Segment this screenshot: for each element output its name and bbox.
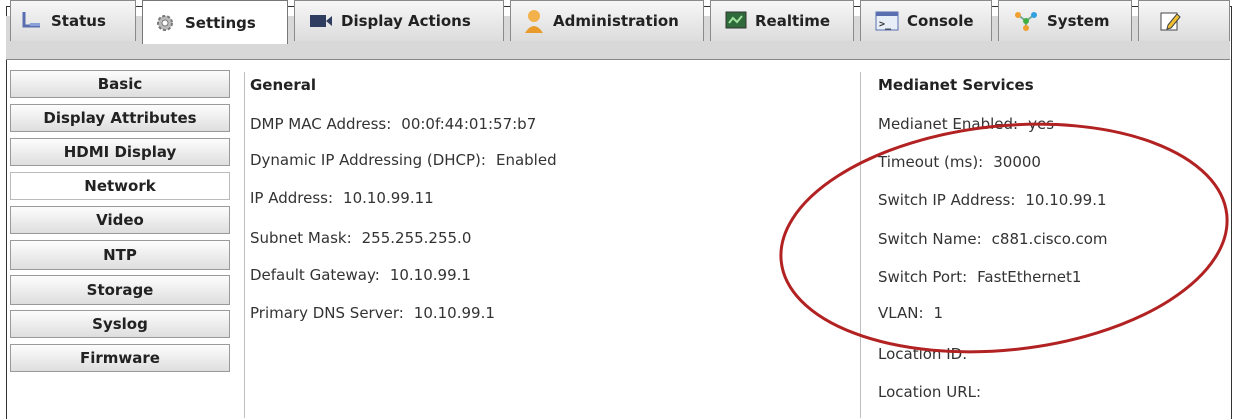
monitor-icon — [725, 11, 747, 29]
row-value: yes — [1028, 115, 1055, 133]
general-row-mac: DMP MAC Address: 00:0f:44:01:57:b7 — [250, 115, 536, 133]
row-label: Dynamic IP Addressing (DHCP): — [250, 151, 486, 169]
tab-realtime[interactable]: Realtime — [710, 0, 854, 41]
row-label: Default Gateway: — [250, 266, 380, 284]
row-value: 00:0f:44:01:57:b7 — [401, 115, 537, 133]
sidebar-item-display-attributes[interactable]: Display Attributes — [10, 104, 230, 132]
row-value: 10.10.99.1 — [389, 266, 471, 284]
medianet-row-switch-port: Switch Port: FastEthernet1 — [878, 268, 1081, 286]
row-label: IP Address: — [250, 189, 334, 207]
general-row-dhcp: Dynamic IP Addressing (DHCP): Enabled — [250, 151, 557, 169]
tab-status[interactable]: Status — [10, 0, 136, 41]
tab-system[interactable]: System — [998, 0, 1132, 41]
medianet-row-location-id: Location ID: — [878, 345, 977, 363]
tab-system-label: System — [1047, 12, 1110, 30]
tab-display-actions[interactable]: Display Actions — [294, 0, 504, 41]
row-label: Primary DNS Server: — [250, 304, 404, 322]
row-value: 30000 — [993, 153, 1041, 171]
sidebar-item-video[interactable]: Video — [10, 206, 230, 234]
sidebar-item-label: HDMI Display — [63, 143, 177, 161]
medianet-row-enabled: Medianet Enabled: yes — [878, 115, 1054, 133]
row-label: DMP MAC Address: — [250, 115, 392, 133]
svg-text:>_: >_ — [879, 19, 892, 30]
row-label: Timeout (ms): — [878, 153, 984, 171]
tab-console[interactable]: >_ Console — [860, 0, 992, 41]
medianet-row-switch-ip: Switch IP Address: 10.10.99.1 — [878, 191, 1107, 209]
tab-status-label: Status — [51, 12, 106, 30]
row-label: Switch Port: — [878, 268, 968, 286]
row-label: Medianet Enabled: — [878, 115, 1019, 133]
row-value: 10.10.99.11 — [343, 189, 434, 207]
general-section-title: General — [250, 76, 316, 94]
gear-icon — [157, 14, 173, 31]
sidebar-item-basic[interactable]: Basic — [10, 70, 230, 98]
tab-edit[interactable] — [1138, 0, 1230, 41]
medianet-row-location-url: Location URL: — [878, 383, 991, 401]
row-label: VLAN: — [878, 304, 924, 322]
sidebar-item-label: NTP — [103, 246, 137, 264]
row-label: Location URL: — [878, 383, 982, 401]
sidebar-item-hdmi-display[interactable]: HDMI Display — [10, 138, 230, 166]
row-label: Location ID: — [878, 345, 968, 363]
film-icon — [310, 15, 332, 27]
sidebar-item-label: Video — [96, 211, 144, 229]
tab-display-actions-label: Display Actions — [341, 12, 471, 30]
row-label: Switch Name: — [878, 230, 982, 248]
row-value: Enabled — [495, 151, 557, 169]
general-row-ip: IP Address: 10.10.99.11 — [250, 189, 434, 207]
general-row-gateway: Default Gateway: 10.10.99.1 — [250, 266, 471, 284]
person-icon — [525, 10, 543, 33]
sidebar-item-network[interactable]: Network — [10, 172, 230, 200]
medianet-row-vlan: VLAN: 1 — [878, 304, 943, 322]
medianet-row-timeout: Timeout (ms): 30000 — [878, 153, 1041, 171]
row-value: 10.10.99.1 — [1025, 191, 1107, 209]
row-value: 1 — [933, 304, 944, 322]
sidebar-item-label: Basic — [97, 75, 143, 93]
sidebar-item-label: Storage — [86, 281, 154, 299]
settings-sidebar: Basic Display Attributes HDMI Display Ne… — [10, 70, 230, 378]
row-value: 255.255.255.0 — [361, 229, 472, 247]
panel-divider-right — [860, 72, 861, 418]
sidebar-item-label: Display Attributes — [43, 109, 197, 127]
general-row-dns: Primary DNS Server: 10.10.99.1 — [250, 304, 495, 322]
row-value: c881.cisco.com — [991, 230, 1108, 248]
tab-settings[interactable]: Settings — [142, 0, 288, 44]
medianet-row-switch-name: Switch Name: c881.cisco.com — [878, 230, 1108, 248]
panel-divider-left — [244, 72, 245, 418]
status-icon — [22, 12, 40, 28]
medianet-section-title: Medianet Services — [878, 76, 1034, 94]
tab-administration-label: Administration — [553, 12, 679, 30]
tab-realtime-label: Realtime — [755, 12, 831, 30]
sidebar-item-label: Firmware — [80, 349, 160, 367]
tab-administration[interactable]: Administration — [510, 0, 704, 41]
tab-console-label: Console — [907, 12, 974, 30]
row-label: Switch IP Address: — [878, 191, 1016, 209]
tab-settings-label: Settings — [185, 13, 256, 32]
edit-icon — [1160, 12, 1181, 31]
sidebar-item-syslog[interactable]: Syslog — [10, 310, 230, 338]
sidebar-item-firmware[interactable]: Firmware — [10, 344, 230, 372]
row-value: FastEthernet1 — [977, 268, 1082, 286]
sidebar-item-storage[interactable]: Storage — [10, 275, 230, 305]
general-row-subnet: Subnet Mask: 255.255.255.0 — [250, 229, 471, 247]
terminal-icon: >_ — [875, 11, 899, 31]
network-icon — [1015, 12, 1037, 31]
row-label: Subnet Mask: — [250, 229, 352, 247]
row-value: 10.10.99.1 — [413, 304, 495, 322]
sidebar-item-label: Syslog — [92, 315, 148, 333]
sidebar-item-label: Network — [84, 177, 156, 195]
sidebar-item-ntp[interactable]: NTP — [10, 240, 230, 270]
